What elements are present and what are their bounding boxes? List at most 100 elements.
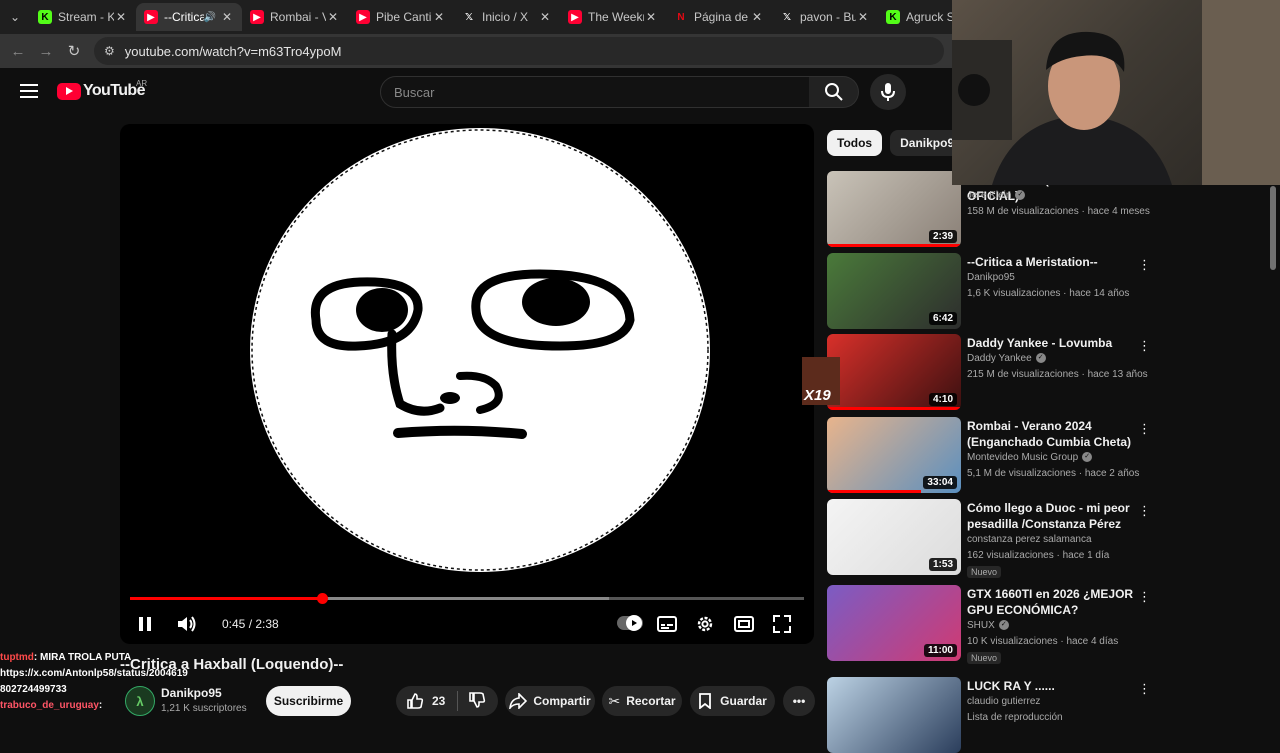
recommended-video-title[interactable]: GTX 1660TI en 2026 ¿MEJOR GPU ECONÓMICA?	[967, 586, 1135, 618]
video-thumbnail[interactable]: 11:00	[827, 585, 961, 661]
volume-icon	[178, 616, 196, 632]
video-thumbnail[interactable]: 6:42	[827, 253, 961, 329]
recommended-channel[interactable]: Montevideo Music Group ✓	[967, 450, 1093, 466]
search-button[interactable]	[809, 76, 859, 108]
scrubber-knob[interactable]	[317, 593, 329, 604]
gear-icon	[697, 616, 713, 632]
tab-title: Página de in	[694, 10, 750, 24]
recommended-video-title[interactable]: Cómo llego a Duoc - mi peor pesadilla /Co…	[967, 500, 1135, 532]
browser-tab[interactable]: ▶ The Weekn ✕	[560, 3, 666, 31]
recommended-video[interactable]: 11:00 GTX 1660TI en 2026 ¿MEJOR GPU ECONÓM…	[827, 585, 1157, 664]
close-tab-icon[interactable]: ✕	[538, 10, 552, 24]
thumbs-down-icon	[469, 691, 486, 708]
browser-tab[interactable]: K Stream - Ki ✕	[30, 3, 136, 31]
browser-tab[interactable]: ▶ --Critica 🔊 ✕	[136, 3, 242, 31]
menu-icon[interactable]	[20, 84, 38, 98]
recommended-video-title[interactable]: Daddy Yankee - Lovumba	[967, 335, 1135, 351]
browser-tab[interactable]: 𝕏 Inicio / X ✕	[454, 3, 560, 31]
search-input[interactable]: Buscar	[380, 76, 810, 108]
save-label: Guardar	[720, 694, 767, 708]
recommended-video-title[interactable]: LUCK RA Y ......	[967, 678, 1135, 694]
played-bar	[130, 597, 323, 600]
tab-strip: KStream - Ki✕▶--Critica🔊✕▶Rombai - Ve✕▶P…	[30, 3, 984, 31]
video-stats: 158 M de visualizaciones · hace 4 meses	[967, 206, 1150, 217]
browser-tab[interactable]: N Página de in✕	[666, 3, 772, 31]
video-thumbnail[interactable]: 1:53	[827, 499, 961, 575]
voice-search-button[interactable]	[870, 74, 906, 110]
filter-chip[interactable]: Todos	[827, 130, 883, 156]
clip-label: Recortar	[626, 694, 676, 708]
more-options-icon[interactable]: ⋮	[1138, 503, 1151, 519]
recommended-video[interactable]: 6:42 --Critica a Meristation-- Danikpo95 1,…	[827, 253, 1157, 329]
subscribe-button[interactable]: Suscribirme	[266, 686, 351, 716]
recommended-video[interactable]: 4:10 Daddy Yankee - Lovumba Daddy Yankee ✓ 2…	[827, 334, 1157, 410]
scrollbar[interactable]	[1270, 186, 1276, 270]
autoplay-toggle[interactable]	[617, 615, 643, 631]
more-options-icon[interactable]: ⋮	[1138, 257, 1151, 273]
pause-button[interactable]	[133, 612, 157, 636]
theater-mode-icon	[734, 616, 754, 632]
close-tab-icon[interactable]: ✕	[644, 10, 658, 24]
video-stats: 10 K visualizaciones · hace 4 días	[967, 636, 1119, 647]
clip-button[interactable]: ✂ Recortar	[602, 686, 682, 716]
recommended-channel[interactable]: Jere Klein ✓	[967, 188, 1026, 204]
share-button[interactable]: Compartir	[505, 686, 595, 716]
more-options-icon[interactable]: ⋮	[1138, 421, 1151, 437]
back-button[interactable]: ←	[4, 43, 32, 60]
search-icon	[824, 83, 843, 101]
forward-button[interactable]: →	[32, 43, 60, 60]
more-options-icon[interactable]: ⋮	[1138, 681, 1151, 697]
close-tab-icon[interactable]: ✕	[326, 10, 340, 24]
like-button[interactable]: 23	[406, 692, 445, 710]
title-line: Cómo llego a Duoc - mi peor	[967, 501, 1130, 515]
tab-title: Stream - Ki	[58, 10, 114, 24]
pause-icon	[139, 617, 151, 631]
recommended-video-title[interactable]: --Critica a Meristation--	[967, 254, 1135, 270]
video-thumbnail[interactable]: 4:10	[827, 334, 961, 410]
browser-tab[interactable]: ▶ Pibe Cantin ✕	[348, 3, 454, 31]
verified-check-icon: ✓	[1035, 353, 1046, 364]
tab-title: pavon - Bus	[800, 10, 856, 24]
recommended-channel[interactable]: constanza perez salamanca	[967, 532, 1092, 548]
miniplayer-button[interactable]	[732, 612, 756, 636]
close-tab-icon[interactable]: ✕	[114, 10, 128, 24]
recommended-channel[interactable]: claudio gutierrez	[967, 694, 1040, 710]
dislike-button[interactable]	[468, 691, 486, 712]
browser-tab[interactable]: ▶ Rombai - Ve✕	[242, 3, 348, 31]
close-tab-icon[interactable]: ✕	[432, 10, 446, 24]
time-display: 0:45 / 2:38	[222, 617, 279, 631]
like-dislike-group: 23	[396, 686, 498, 716]
close-tab-icon[interactable]: ✕	[220, 10, 234, 24]
subtitles-button[interactable]	[655, 612, 679, 636]
settings-button[interactable]	[693, 612, 717, 636]
more-options-icon[interactable]: ⋮	[1138, 338, 1151, 354]
recommended-channel[interactable]: Daddy Yankee ✓	[967, 351, 1046, 367]
recommended-video[interactable]: LUCK RA Y ...... claudio gutierrez Lista d…	[827, 677, 1157, 753]
progress-bar[interactable]	[130, 593, 804, 604]
tab-search-button[interactable]: ⌄	[0, 0, 30, 34]
save-button[interactable]: Guardar	[690, 686, 775, 716]
video-thumbnail[interactable]: 2:39	[827, 171, 961, 247]
video-thumbnail[interactable]: 33:04	[827, 417, 961, 493]
recommended-channel[interactable]: Danikpo95	[967, 270, 1015, 286]
browser-tab[interactable]: 𝕏pavon - Bus✕	[772, 3, 878, 31]
recommended-video[interactable]: 33:04 Rombai - Verano 2024 (Enganchado Cum…	[827, 417, 1157, 493]
audio-playing-icon[interactable]: 🔊	[204, 12, 216, 23]
close-tab-icon[interactable]: ✕	[750, 10, 764, 24]
title-line: Daddy Yankee - Lovumba	[967, 336, 1113, 350]
site-info-icon[interactable]: ⚙	[104, 44, 115, 58]
address-bar[interactable]: ⚙ youtube.com/watch?v=m63Tro4ypoM	[94, 37, 944, 65]
video-player[interactable]: 0:45 / 2:38	[120, 124, 814, 644]
volume-button[interactable]	[175, 612, 199, 636]
close-tab-icon[interactable]: ✕	[856, 10, 870, 24]
recommended-video-title[interactable]: Rombai - Verano 2024 (Enganchado Cumbia C…	[967, 418, 1135, 450]
reload-button[interactable]: ↻	[60, 42, 88, 60]
youtube-logo[interactable]: YouTube AR	[57, 79, 147, 100]
more-actions-button[interactable]: •••	[783, 686, 815, 716]
video-stats: 215 M de visualizaciones · hace 13 años	[967, 369, 1148, 380]
fullscreen-button[interactable]	[770, 612, 794, 636]
more-options-icon[interactable]: ⋮	[1138, 589, 1151, 605]
recommended-channel[interactable]: SHUX ✓	[967, 618, 1009, 634]
video-thumbnail[interactable]	[827, 677, 961, 753]
recommended-video[interactable]: 1:53 Cómo llego a Duoc - mi peor pesadilla…	[827, 499, 1157, 578]
